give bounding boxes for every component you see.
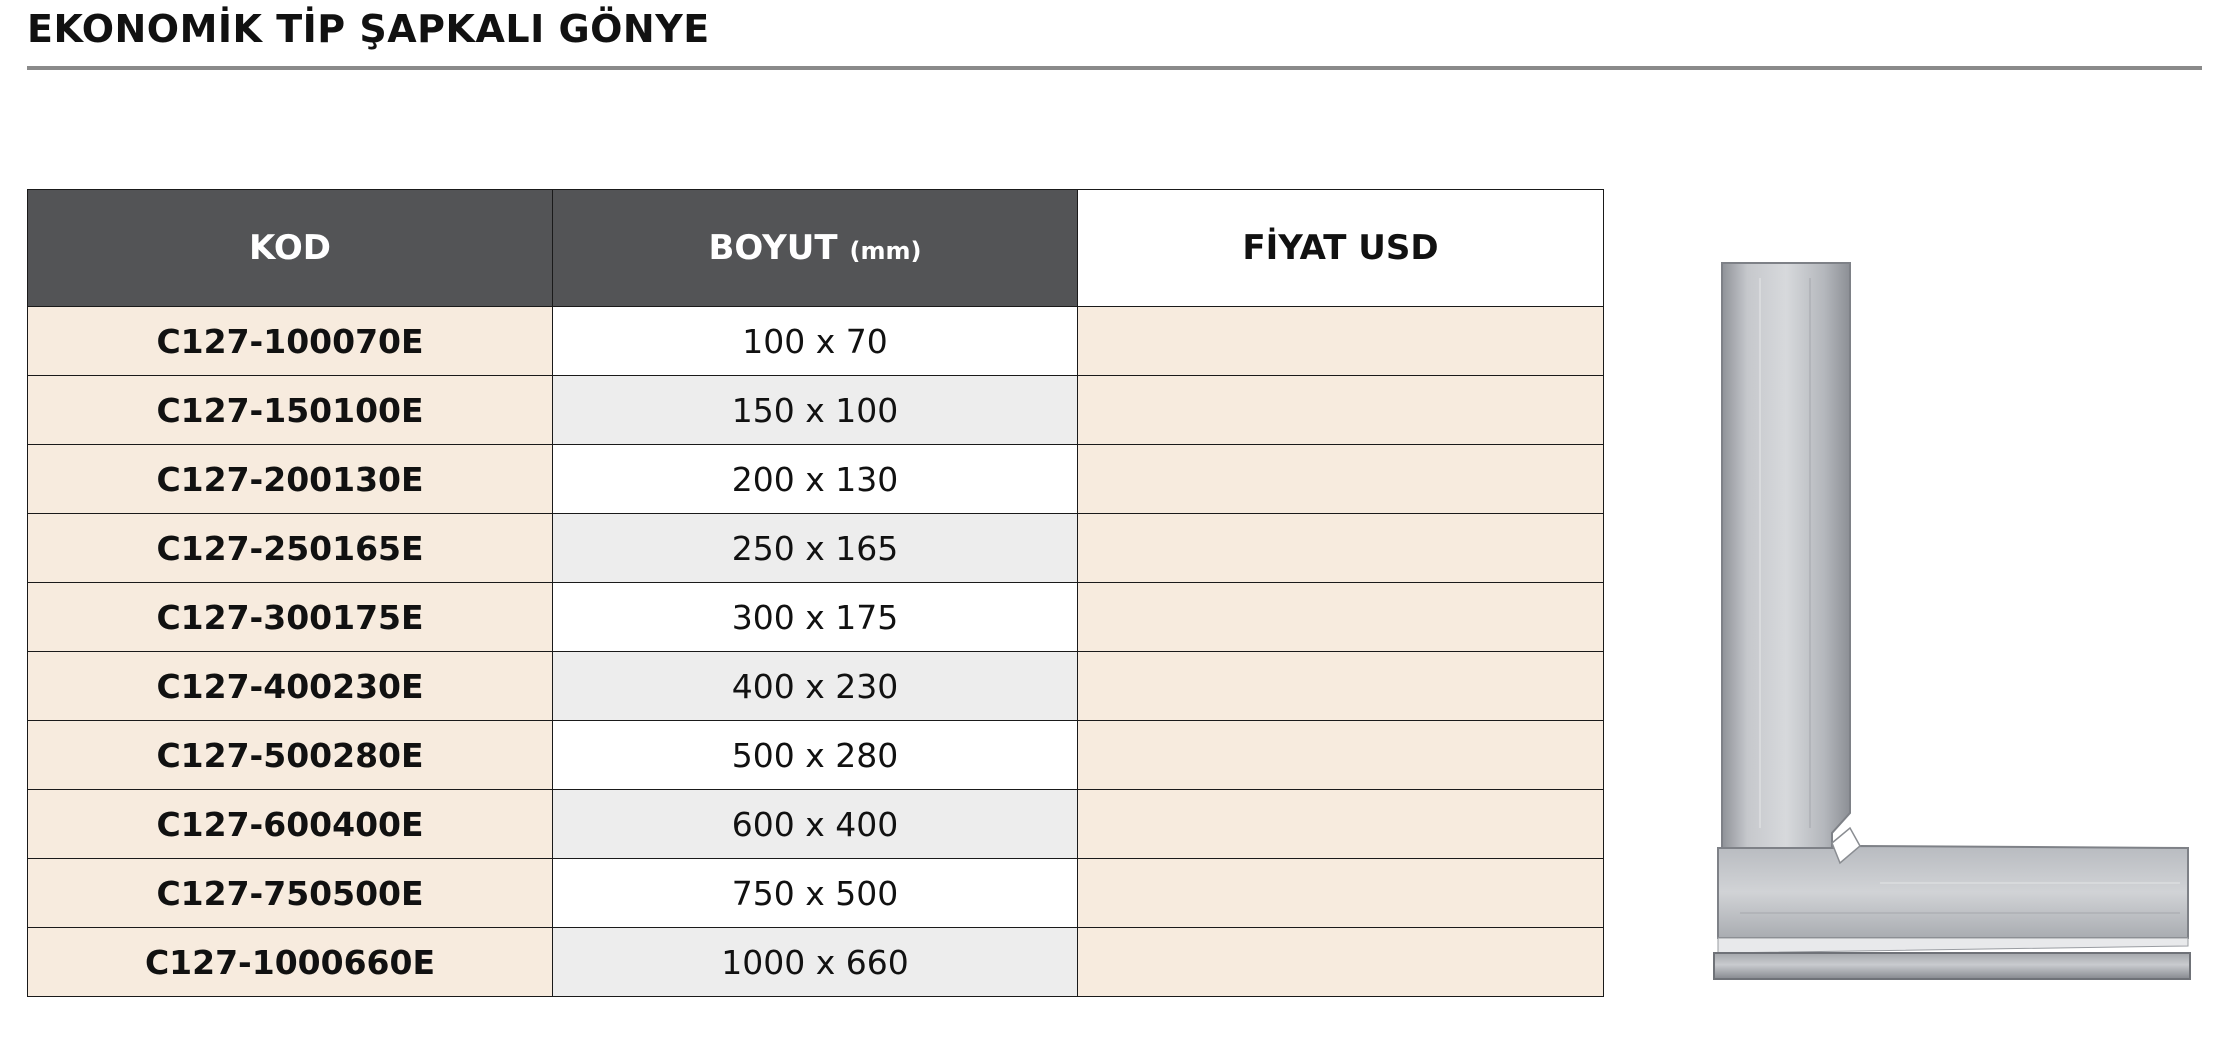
table-header-row: KOD BOYUT (mm) FİYAT USD [27, 189, 1604, 307]
cell-kod: C127-500280E [27, 720, 553, 790]
cell-kod: C127-750500E [27, 858, 553, 928]
cell-kod: C127-150100E [27, 375, 553, 445]
table-row: C127-300175E 300 x 175 [27, 582, 1604, 652]
cell-fiyat [1077, 858, 1604, 928]
cell-boyut: 750 x 500 [552, 858, 1078, 928]
price-table: KOD BOYUT (mm) FİYAT USD C127-100070E 100… [27, 189, 1604, 997]
table-row: C127-250165E 250 x 165 [27, 513, 1604, 583]
cell-boyut: 200 x 130 [552, 444, 1078, 514]
cell-fiyat [1077, 720, 1604, 790]
page-title: EKONOMİK TİP ŞAPKALI GÖNYE [27, 7, 710, 51]
table-row: C127-500280E 500 x 280 [27, 720, 1604, 790]
cell-fiyat [1077, 582, 1604, 652]
cell-kod: C127-200130E [27, 444, 553, 514]
header-fiyat-label: FİYAT USD [1242, 228, 1439, 268]
cell-boyut: 250 x 165 [552, 513, 1078, 583]
cell-kod: C127-1000660E [27, 927, 553, 997]
cell-fiyat [1077, 306, 1604, 376]
cell-boyut: 400 x 230 [552, 651, 1078, 721]
cell-fiyat [1077, 444, 1604, 514]
table-row: C127-600400E 600 x 400 [27, 789, 1604, 859]
cell-boyut: 500 x 280 [552, 720, 1078, 790]
header-kod: KOD [27, 189, 553, 307]
cell-fiyat [1077, 927, 1604, 997]
table-row: C127-200130E 200 x 130 [27, 444, 1604, 514]
header-fiyat: FİYAT USD [1077, 189, 1604, 307]
cell-fiyat [1077, 513, 1604, 583]
title-divider [27, 66, 2202, 70]
cell-boyut: 150 x 100 [552, 375, 1078, 445]
cell-boyut: 100 x 70 [552, 306, 1078, 376]
header-boyut-unit: (mm) [849, 237, 922, 265]
header-boyut-label: BOYUT [708, 228, 838, 268]
table-row: C127-100070E 100 x 70 [27, 306, 1604, 376]
table-row: C127-750500E 750 x 500 [27, 858, 1604, 928]
table-row: C127-400230E 400 x 230 [27, 651, 1604, 721]
table-row: C127-150100E 150 x 100 [27, 375, 1604, 445]
cell-boyut: 300 x 175 [552, 582, 1078, 652]
try-square-icon [1713, 262, 2191, 980]
cell-kod: C127-400230E [27, 651, 553, 721]
cell-fiyat [1077, 651, 1604, 721]
cell-boyut: 600 x 400 [552, 789, 1078, 859]
cell-fiyat [1077, 789, 1604, 859]
header-boyut: BOYUT (mm) [552, 189, 1078, 307]
cell-kod: C127-250165E [27, 513, 553, 583]
header-kod-label: KOD [249, 228, 331, 268]
cell-kod: C127-100070E [27, 306, 553, 376]
table-row: C127-1000660E 1000 x 660 [27, 927, 1604, 997]
cell-kod: C127-600400E [27, 789, 553, 859]
cell-fiyat [1077, 375, 1604, 445]
cell-boyut: 1000 x 660 [552, 927, 1078, 997]
cell-kod: C127-300175E [27, 582, 553, 652]
